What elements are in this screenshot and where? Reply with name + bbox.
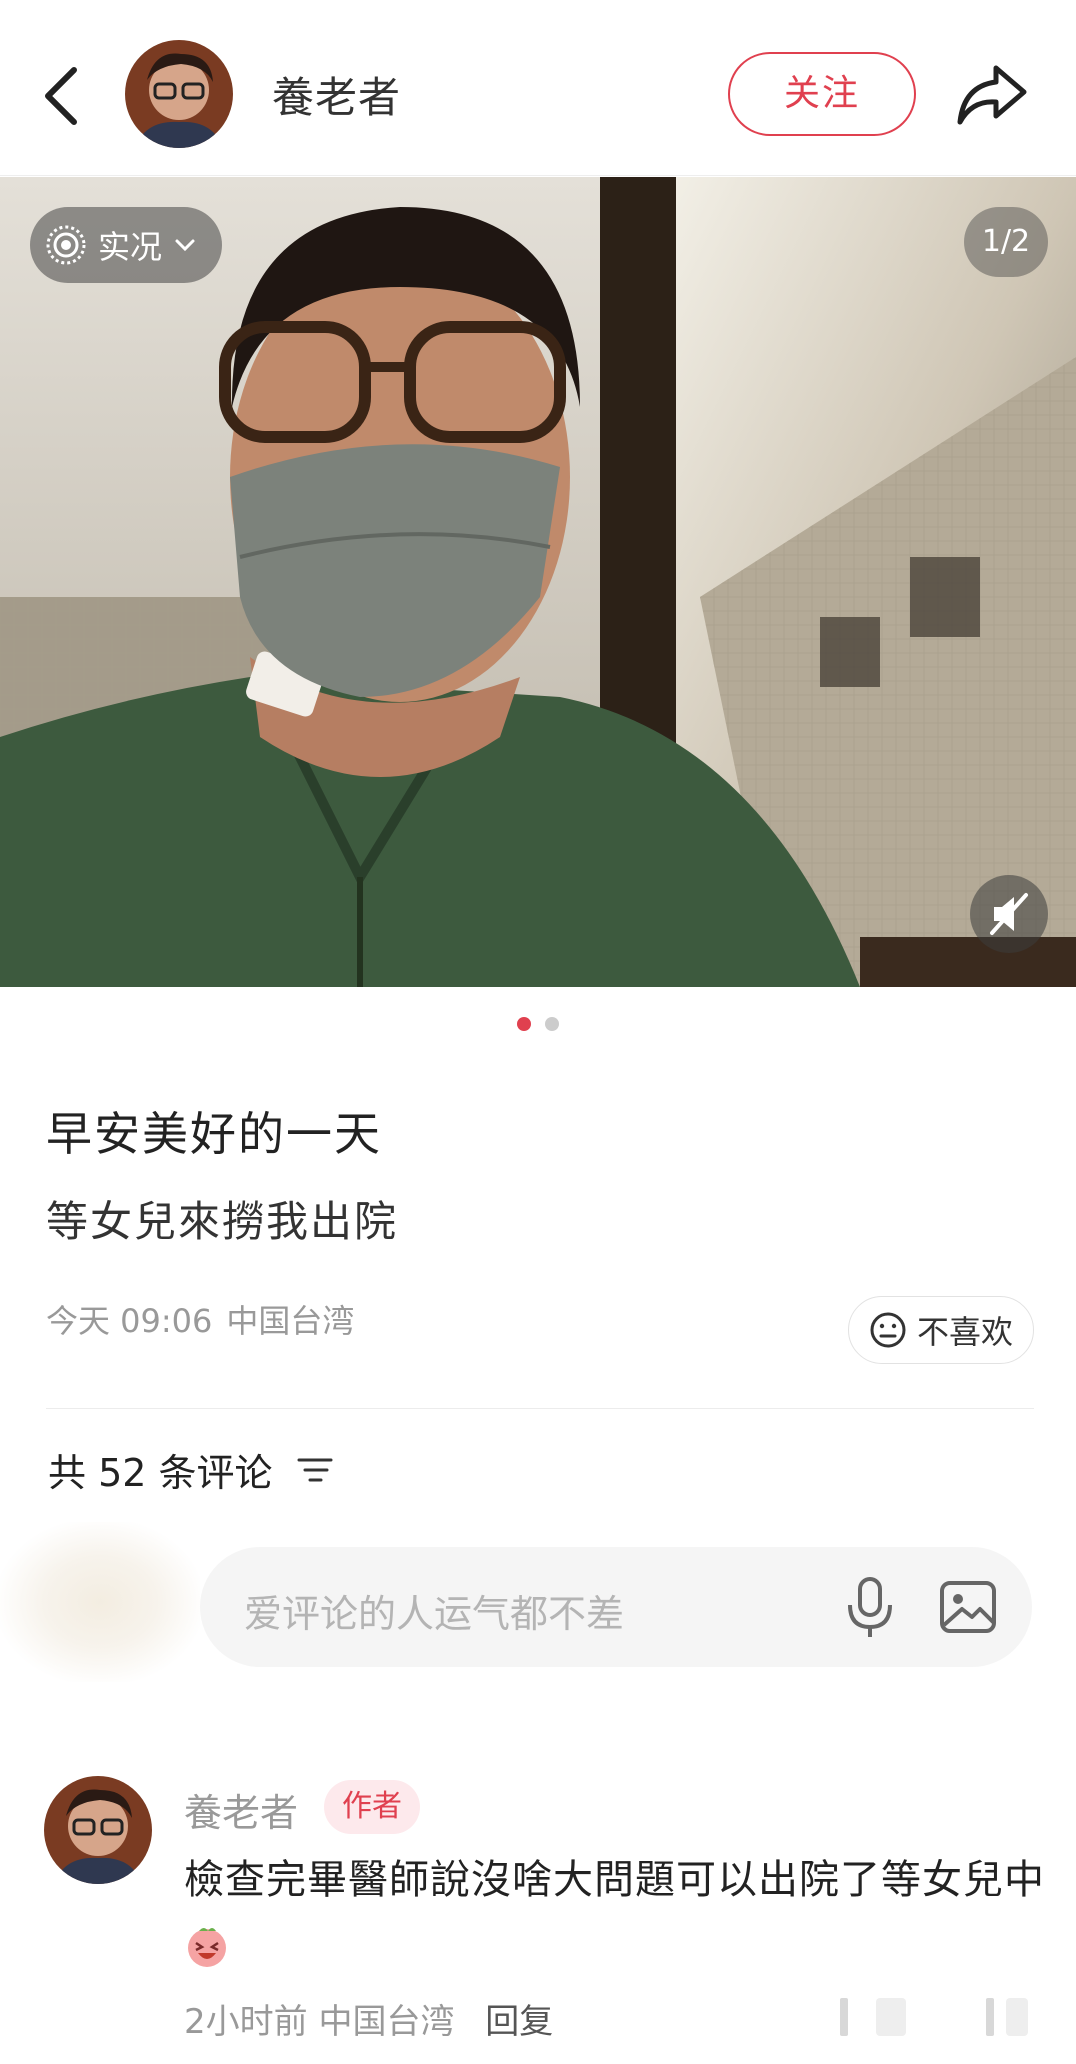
post-photo[interactable]: 实况 1/2	[0, 177, 1076, 987]
author-avatar[interactable]	[125, 40, 233, 148]
post-title: 早安美好的一天	[46, 1107, 382, 1161]
dislike-button[interactable]: 不喜欢	[848, 1296, 1034, 1364]
laughing-emoji-icon	[188, 1928, 226, 1967]
mute-button[interactable]	[970, 875, 1048, 953]
image-icon[interactable]	[936, 1575, 1000, 1639]
comment-actions	[836, 1992, 1036, 2042]
back-button[interactable]	[36, 56, 100, 136]
comment-count: 共 52 条评论	[48, 1451, 273, 1495]
comment-text: 檢查完畢醫師說沒啥大問題可以出院了等女兒中	[184, 1846, 1054, 1982]
comment-item: 養老者 作者 檢查完畢醫師說沒啥大問題可以出院了等女兒中 2小时前 中国台湾 回…	[0, 1770, 1076, 2064]
comment-input-placeholder: 爱评论的人运气都不差	[244, 1592, 625, 1636]
post-meta: 今天 09:06 中国台湾	[46, 1296, 368, 1342]
top-bar: 養老者 关注	[0, 0, 1076, 176]
comment-location: 中国台湾	[318, 2002, 455, 2042]
share-icon	[957, 65, 1027, 125]
author-badge: 作者	[324, 1780, 420, 1834]
live-photo-badge[interactable]: 实况	[30, 207, 222, 283]
live-photo-icon	[46, 225, 86, 265]
comment-time: 2小时前	[184, 2002, 308, 2042]
post-body: 等女兒來撈我出院	[46, 1197, 399, 1246]
comment-count-row: 共 52 条评论	[48, 1442, 333, 1497]
dislike-label: 不喜欢	[916, 1313, 1013, 1351]
carousel-dots	[0, 1016, 1076, 1036]
speaker-muted-icon	[990, 893, 1028, 935]
like-icon[interactable]	[836, 1992, 1036, 2042]
follow-button[interactable]: 关注	[728, 52, 916, 136]
comment-meta: 2小时前 中国台湾 回复	[184, 1994, 553, 2043]
comment-input[interactable]: 爱评论的人运气都不差	[200, 1547, 1032, 1667]
author-name[interactable]: 養老者	[272, 64, 401, 125]
chevron-left-icon	[45, 67, 77, 125]
divider	[46, 1408, 1034, 1409]
commenter-name[interactable]: 養老者	[184, 1782, 298, 1837]
neutral-face-icon	[870, 1312, 906, 1348]
comment-body: 檢查完畢醫師說沒啥大問題可以出院了等女兒中	[184, 1857, 1045, 1903]
share-button[interactable]	[952, 56, 1032, 132]
post-location: 中国台湾	[226, 1302, 355, 1340]
carousel-dot	[544, 1017, 559, 1031]
chevron-down-icon	[175, 239, 195, 252]
reply-button[interactable]: 回复	[485, 2002, 553, 2042]
carousel-dot-active	[517, 1017, 532, 1031]
selfie-image	[0, 177, 1076, 987]
user-avatar-placeholder	[0, 1522, 200, 1682]
live-label: 实况	[98, 228, 163, 266]
page-indicator: 1/2	[964, 207, 1048, 277]
commenter-avatar[interactable]	[44, 1776, 152, 1884]
sort-icon[interactable]	[297, 1455, 333, 1485]
post-date: 今天 09:06	[46, 1302, 213, 1340]
microphone-icon[interactable]	[840, 1573, 900, 1641]
